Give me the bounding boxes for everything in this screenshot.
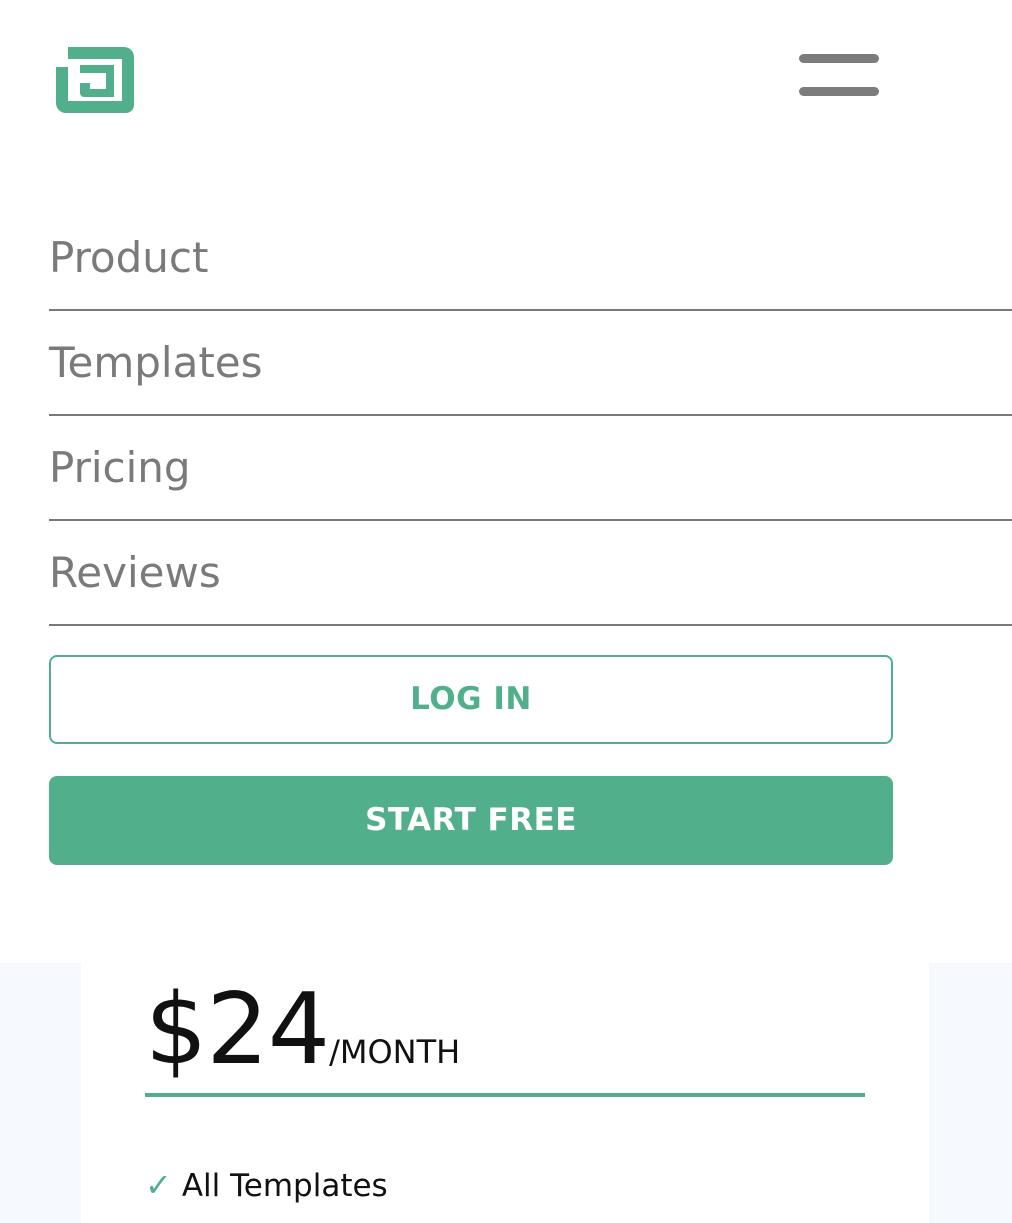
nav-item-label: Reviews (49, 548, 221, 597)
nav-item-label: Pricing (49, 443, 191, 492)
main-nav: Product Templates Pricing Reviews (49, 206, 1012, 626)
start-free-button[interactable]: START FREE (49, 776, 893, 865)
hamburger-bar (799, 54, 879, 63)
nav-item-label: Templates (49, 338, 263, 387)
check-icon: ✓ (145, 1166, 172, 1204)
nav-item-templates[interactable]: Templates (49, 311, 1012, 416)
logo-icon[interactable] (54, 45, 136, 115)
price-divider (145, 1093, 865, 1097)
feature-item: ✓ All Templates (145, 1166, 388, 1204)
nav-item-label: Product (49, 233, 209, 282)
hamburger-bar (799, 87, 879, 96)
nav-item-reviews[interactable]: Reviews (49, 521, 1012, 626)
nav-item-pricing[interactable]: Pricing (49, 416, 1012, 521)
pricing-card: $24/MONTH ✓ All Templates (81, 963, 929, 1223)
feature-label: All Templates (181, 1168, 388, 1204)
hamburger-menu-icon[interactable] (799, 54, 879, 96)
page: Product Templates Pricing Reviews LOG IN… (0, 0, 1012, 1223)
nav-item-product[interactable]: Product (49, 206, 1012, 311)
price-amount: $24 (145, 973, 330, 1087)
price-period: /MONTH (329, 1033, 461, 1071)
price: $24/MONTH (145, 973, 460, 1087)
login-button[interactable]: LOG IN (49, 655, 893, 744)
